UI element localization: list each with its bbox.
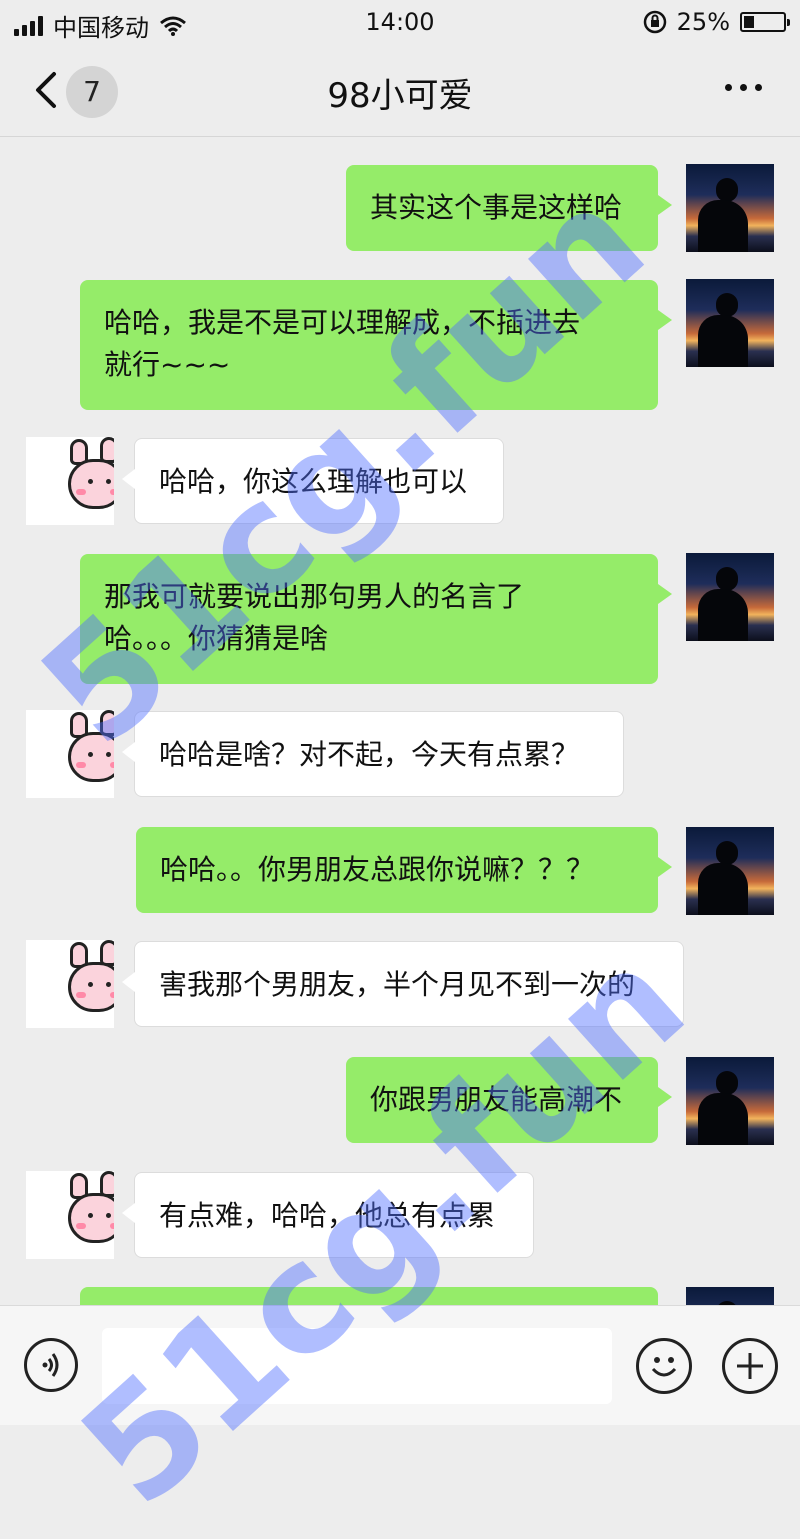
battery-percent: 25% (676, 8, 730, 36)
voice-icon[interactable] (24, 1338, 78, 1392)
bunny-eye (88, 982, 93, 987)
my-avatar[interactable] (686, 1287, 774, 1305)
chat-title: 98小可爱 (327, 76, 473, 116)
received-message-bubble[interactable]: 害我那个男朋友，半个月见不到一次的 (122, 941, 684, 1027)
contact-avatar[interactable] (26, 940, 114, 1028)
bunny-eye (88, 1213, 93, 1218)
received-message-bubble[interactable]: 有点难，哈哈，他总有点累 (122, 1172, 534, 1258)
message-list[interactable]: 其实这个事是这样哈 哈哈，我是不是可以理解成，不插进去 就行~~~ 哈哈，你这么… (0, 137, 800, 1305)
rotation-lock-icon (643, 10, 666, 34)
bunny-eye (88, 752, 93, 757)
sent-message-bubble[interactable] (80, 1287, 658, 1305)
my-avatar[interactable] (686, 553, 774, 641)
bunny-eye (106, 752, 111, 757)
sent-message-bubble[interactable]: 其实这个事是这样哈 (346, 165, 672, 251)
bunny-eye (106, 479, 111, 484)
emoji-icon[interactable] (636, 1338, 692, 1394)
bunny-face (68, 732, 114, 782)
bunny-cheek (110, 1223, 114, 1229)
bunny-face (68, 962, 114, 1012)
contact-avatar[interactable] (26, 437, 114, 525)
bunny-cheek (76, 489, 86, 495)
contact-avatar[interactable] (26, 710, 114, 798)
plus-icon[interactable] (722, 1338, 778, 1394)
bunny-face (68, 459, 114, 509)
bunny-eye (88, 479, 93, 484)
bunny-cheek (76, 762, 86, 768)
my-avatar[interactable] (686, 1057, 774, 1145)
more-dots-icon[interactable] (725, 84, 762, 91)
bunny-eye (106, 982, 111, 987)
sent-message-bubble[interactable]: 哈哈，我是不是可以理解成，不插进去 就行~~~ (80, 280, 672, 410)
status-bar: 中国移动 14:00 25% (0, 0, 800, 46)
my-avatar[interactable] (686, 827, 774, 915)
bunny-cheek (110, 762, 114, 768)
my-avatar[interactable] (686, 279, 774, 367)
bunny-cheek (76, 992, 86, 998)
sent-message-bubble[interactable]: 你跟男朋友能高潮不 (346, 1057, 672, 1143)
chat-header: 7 98小可爱 (0, 46, 800, 137)
bunny-face (68, 1193, 114, 1243)
bunny-cheek (110, 489, 114, 495)
contact-avatar[interactable] (26, 1171, 114, 1259)
bunny-cheek (110, 992, 114, 998)
sent-message-bubble[interactable]: 那我可就要说出那句男人的名言了 哈。。。你猜猜是啥 (80, 554, 672, 684)
message-input[interactable] (102, 1328, 612, 1404)
bunny-cheek (76, 1223, 86, 1229)
received-message-bubble[interactable]: 哈哈是啥？对不起，今天有点累？ (122, 711, 624, 797)
received-message-bubble[interactable]: 哈哈，你这么理解也可以 (122, 438, 504, 524)
sent-message-bubble[interactable]: 哈哈。。你男朋友总跟你说嘛？？？ (136, 827, 672, 913)
bunny-eye (106, 1213, 111, 1218)
my-avatar[interactable] (686, 164, 774, 252)
battery-icon (740, 12, 790, 32)
input-bar (0, 1305, 800, 1425)
